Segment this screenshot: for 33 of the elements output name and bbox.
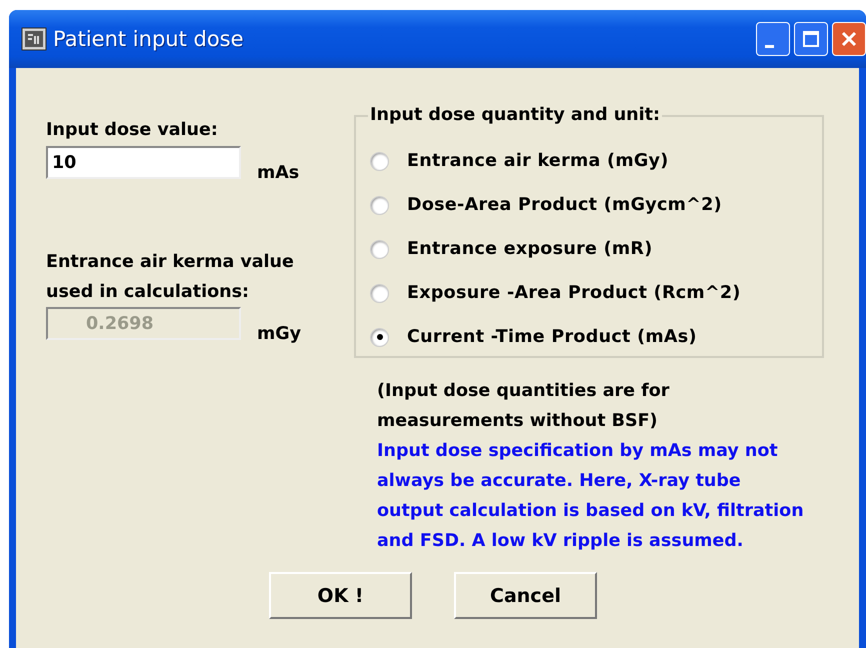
minimize-icon (764, 44, 774, 48)
radio-label[interactable]: Exposure -Area Product (Rcm^2) (407, 283, 741, 303)
close-icon (840, 30, 858, 48)
close-button[interactable] (832, 22, 866, 56)
radio-button[interactable] (370, 152, 389, 170)
minimize-button[interactable] (756, 22, 790, 56)
radio-button[interactable] (370, 196, 389, 214)
radio-label[interactable]: Entrance exposure (mR) (407, 239, 652, 259)
warning-text: and FSD. A low kV ripple is assumed. (377, 530, 744, 553)
maximize-button[interactable] (794, 22, 828, 56)
radio-label[interactable]: Dose-Area Product (mGycm^2) (407, 195, 722, 215)
field-label: used in calculations: (46, 281, 250, 304)
radio-label[interactable]: Entrance air kerma (mGy) (407, 151, 669, 171)
radio-label[interactable]: Current -Time Product (mAs) (407, 327, 697, 347)
unit-label: mGy (257, 324, 302, 344)
input-field[interactable]: 10 (46, 146, 241, 179)
maximize-icon (802, 30, 820, 48)
cancel-button[interactable]: Cancel (454, 572, 597, 619)
field-label: Input dose value: (46, 120, 219, 142)
radio-button[interactable] (370, 240, 389, 258)
radio-button[interactable] (370, 284, 389, 302)
unit-label: mAs (257, 163, 300, 183)
warning-text: always be accurate. Here, X-ray tube (377, 470, 742, 493)
warning-text: output calculation is based on kV, filtration (377, 500, 805, 523)
window-title: Patient input dose (53, 27, 244, 51)
app-icon (21, 27, 47, 51)
note-text: measurements without BSF) (377, 410, 659, 433)
radio-button[interactable] (370, 328, 389, 346)
warning-text: Input dose specification by mAs may not (377, 440, 779, 463)
ok-button[interactable]: OK ! (269, 572, 412, 619)
note-text: (Input dose quantities are for (377, 380, 670, 403)
group-title: Input dose quantity and unit: (368, 105, 662, 125)
field-label: Entrance air kerma value (46, 251, 295, 274)
